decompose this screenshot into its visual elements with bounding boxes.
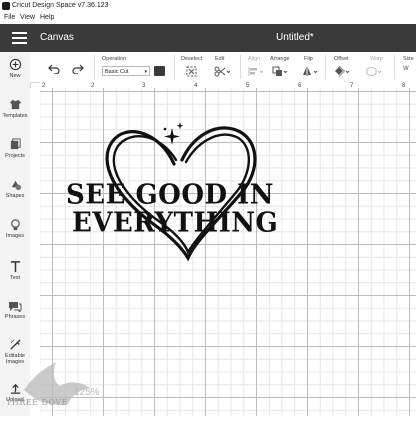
document-title[interactable]: Untitled*	[276, 31, 314, 45]
menu-file[interactable]: File	[4, 12, 15, 24]
deselect-icon[interactable]	[186, 66, 197, 77]
menu-bar: File View Help	[0, 12, 416, 24]
offset-icon[interactable]	[334, 66, 350, 77]
deselect-label: Deselect	[181, 56, 203, 62]
align-label: Align	[248, 56, 261, 62]
plus-circle-icon	[9, 58, 21, 71]
operation-select[interactable]: Basic Cut ▾	[102, 66, 150, 76]
size-width-label: W	[403, 66, 409, 72]
sparkles-icon	[163, 122, 184, 145]
sidebar-label-new: New	[9, 73, 21, 79]
sidebar-label-images: Images	[5, 233, 25, 239]
align-icon[interactable]	[248, 66, 264, 77]
window-title: Cricut Design Space v7.36.123	[12, 2, 109, 9]
arrange-label: Arrange	[270, 56, 290, 62]
flip-label: Flip	[304, 56, 313, 62]
operation-select-value: Basic Cut	[105, 69, 129, 75]
toolbar-divider	[325, 55, 326, 79]
operation-label: Operation	[102, 56, 127, 62]
bulb-icon	[10, 219, 20, 231]
toolbar-divider	[240, 55, 241, 79]
sidebar-item-phrases[interactable]: Phrases	[0, 300, 30, 340]
sidebar-item-templates[interactable]: Templates	[0, 98, 30, 138]
design-text-line2[interactable]: EVERYTHING	[72, 207, 278, 239]
toolbar-divider	[394, 55, 395, 79]
app-header: Canvas Untitled*	[0, 24, 416, 52]
editable-images-icon	[9, 339, 21, 350]
shirt-icon	[9, 99, 21, 110]
offset-label: Offset	[334, 56, 349, 62]
hamburger-menu-icon[interactable]	[12, 32, 27, 44]
app-logo-icon	[2, 2, 10, 10]
text-icon	[10, 261, 20, 273]
shapes-icon	[11, 180, 21, 191]
sidebar-label-shapes: Shapes	[5, 193, 25, 199]
sidebar-label-text: Text	[9, 275, 21, 281]
sidebar-item-shapes[interactable]: Shapes	[0, 178, 30, 218]
edit-toolbar: Operation Basic Cut ▾ Deselect Edit Alig…	[30, 52, 416, 83]
arrange-icon[interactable]	[272, 66, 288, 77]
sidebar-label-templates: Templates	[2, 113, 28, 119]
design-text-line1[interactable]: SEE GOOD IN	[66, 179, 274, 211]
toolbar-divider	[174, 55, 175, 79]
window-titlebar: Cricut Design Space v7.36.123	[0, 0, 416, 12]
sidebar-item-projects[interactable]: Projects	[0, 138, 30, 178]
sidebar-label-phrases: Phrases	[4, 314, 26, 320]
flip-icon[interactable]	[302, 66, 318, 77]
operation-color-swatch[interactable]	[154, 66, 165, 76]
sidebar-item-images[interactable]: Images	[0, 218, 30, 258]
warp-icon[interactable]	[366, 66, 382, 77]
edit-scissors-icon[interactable]	[214, 66, 230, 77]
toolbar-divider	[94, 55, 95, 79]
size-label: Size	[403, 56, 414, 62]
chevron-down-icon: ▾	[144, 69, 147, 75]
zoom-level[interactable]: 125%	[74, 387, 100, 398]
warp-label: Warp	[370, 56, 383, 62]
header-section-title: Canvas	[40, 32, 74, 43]
edit-label: Edit	[215, 56, 225, 62]
sidebar-item-text[interactable]: Text	[0, 260, 30, 300]
projects-icon	[10, 138, 21, 150]
menu-help[interactable]: Help	[40, 12, 54, 24]
undo-icon[interactable]	[48, 64, 60, 74]
sidebar-item-new[interactable]: New	[0, 58, 30, 98]
sidebar-label-projects: Projects	[5, 153, 25, 159]
watermark-text: THREE DOVE	[6, 398, 69, 407]
redo-icon[interactable]	[72, 64, 84, 74]
phrases-icon	[9, 302, 22, 312]
menu-view[interactable]: View	[20, 12, 35, 24]
